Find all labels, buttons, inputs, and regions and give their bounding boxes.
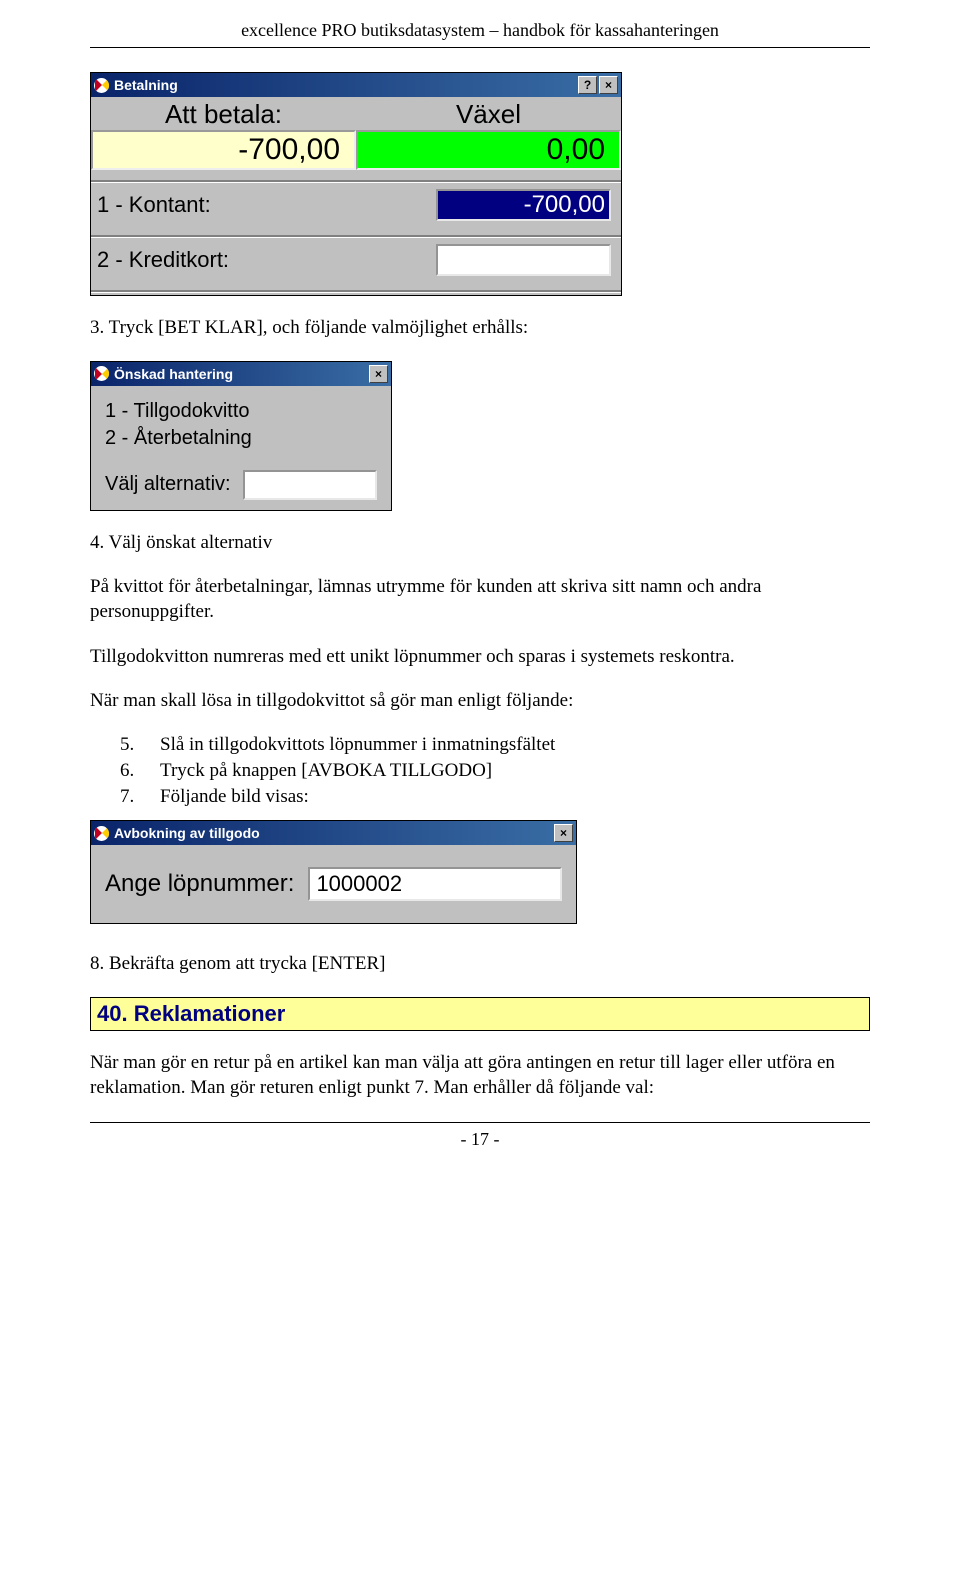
kreditkort-label: 2 - Kreditkort: bbox=[97, 247, 436, 273]
titlebar-onskad: Önskad hantering × bbox=[91, 362, 391, 386]
list-item-5: 5.Slå in tillgodokvittots löpnummer i in… bbox=[90, 734, 870, 756]
window-avbokning: Avbokning av tillgodo × Ange löpnummer: … bbox=[90, 820, 577, 924]
list-item-6: 6.Tryck på knappen [AVBOKA TILLGODO] bbox=[90, 760, 870, 782]
app-icon bbox=[94, 366, 109, 381]
footer-rule bbox=[90, 1122, 870, 1123]
help-button[interactable]: ? bbox=[578, 76, 597, 94]
att-betala-label: Att betala: bbox=[91, 97, 356, 130]
window-title: Önskad hantering bbox=[114, 366, 233, 382]
step-4-text: 4. Välj önskat alternativ bbox=[90, 531, 870, 556]
lopnummer-label: Ange löpnummer: bbox=[105, 870, 294, 898]
alternativ-input[interactable] bbox=[243, 470, 377, 500]
step-8-text: 8. Bekräfta genom att trycka [ENTER] bbox=[90, 952, 870, 977]
option-aterbetalning: 2 - Återbetalning bbox=[105, 427, 377, 450]
kontant-input[interactable]: -700,00 bbox=[436, 189, 611, 221]
header-rule bbox=[90, 47, 870, 48]
window-onskad-hantering: Önskad hantering × 1 - Tillgodokvitto 2 … bbox=[90, 361, 392, 511]
paragraph-2: Tillgodokvitton numreras med ett unikt l… bbox=[90, 645, 870, 670]
close-button[interactable]: × bbox=[554, 824, 573, 842]
paragraph-4: När man gör en retur på en artikel kan m… bbox=[90, 1051, 870, 1100]
paragraph-1: På kvittot för återbetalningar, lämnas u… bbox=[90, 575, 870, 624]
paragraph-3: När man skall lösa in tillgodokvittot så… bbox=[90, 689, 870, 714]
titlebar-betalning: Betalning ? × bbox=[91, 73, 621, 97]
window-title: Betalning bbox=[114, 77, 178, 93]
kontant-label: 1 - Kontant: bbox=[97, 192, 436, 218]
section-40-heading: 40. Reklamationer bbox=[90, 997, 870, 1031]
app-icon bbox=[94, 826, 109, 841]
lopnummer-input[interactable]: 1000002 bbox=[308, 867, 562, 901]
option-tillgodokvitto: 1 - Tillgodokvitto bbox=[105, 400, 377, 423]
prompt-label: Välj alternativ: bbox=[105, 473, 231, 496]
window-title: Avbokning av tillgodo bbox=[114, 825, 260, 841]
close-button[interactable]: × bbox=[369, 365, 388, 383]
page-header: excellence PRO butiksdatasystem – handbo… bbox=[90, 20, 870, 41]
step-3-text: 3. Tryck [BET KLAR], och följande valmöj… bbox=[90, 316, 870, 341]
app-icon bbox=[94, 78, 109, 93]
page-footer: - 17 - bbox=[90, 1129, 870, 1150]
close-button[interactable]: × bbox=[599, 76, 618, 94]
vaxel-label: Växel bbox=[356, 97, 621, 130]
list-item-7: 7.Följande bild visas: bbox=[90, 786, 870, 808]
window-betalning: Betalning ? × Att betala: Växel -700,00 … bbox=[90, 72, 622, 296]
att-betala-value: -700,00 bbox=[91, 130, 356, 170]
titlebar-avbokning: Avbokning av tillgodo × bbox=[91, 821, 576, 845]
kreditkort-input[interactable] bbox=[436, 244, 611, 276]
vaxel-value: 0,00 bbox=[356, 130, 621, 170]
